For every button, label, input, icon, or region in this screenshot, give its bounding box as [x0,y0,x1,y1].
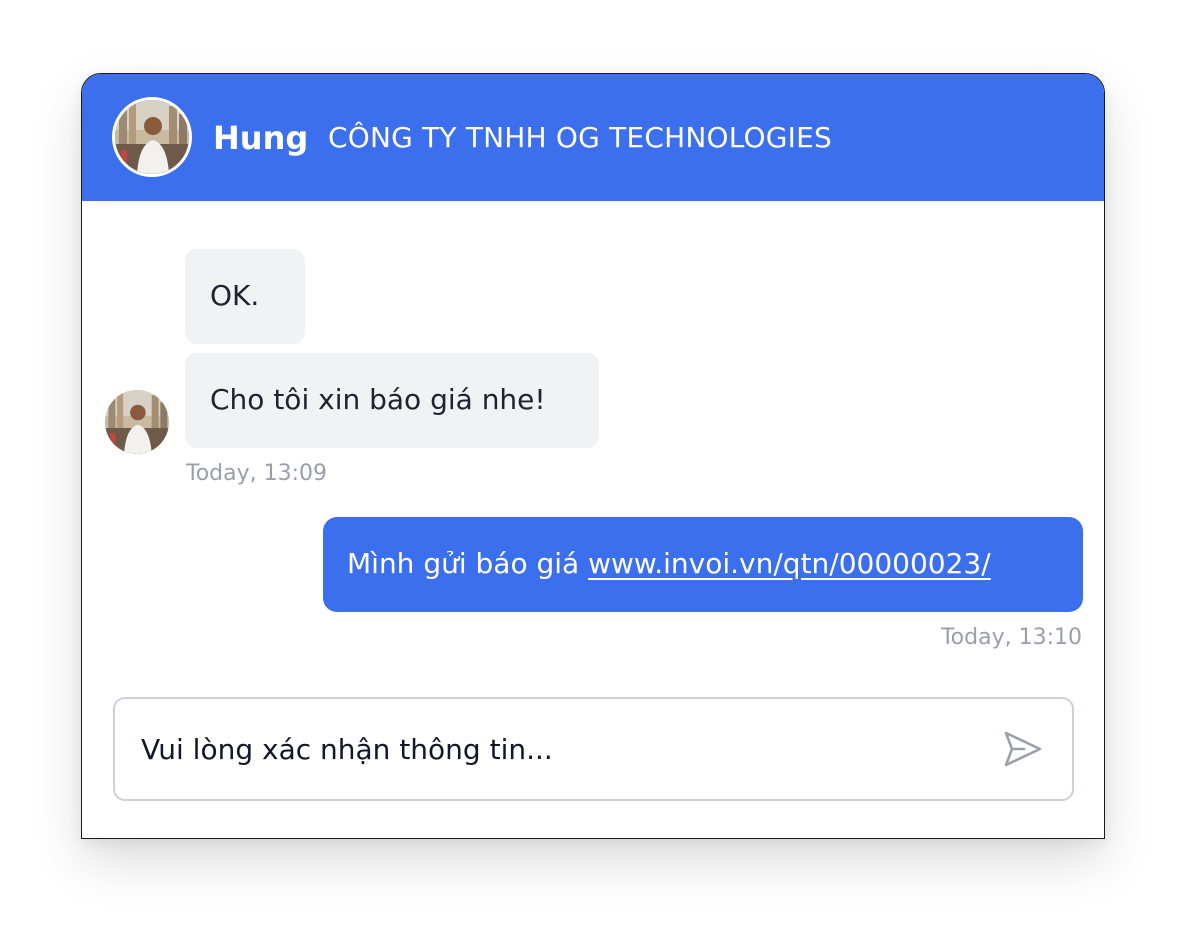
send-icon [1004,731,1042,767]
message-timestamp: Today, 13:10 [940,625,1082,650]
message-bubble-incoming: OK. [185,249,305,344]
company-name: CÔNG TY TNHH OG TECHNOLOGIES [328,121,832,154]
message-timestamp: Today, 13:09 [186,461,328,486]
send-button[interactable] [1000,727,1044,771]
sender-avatar[interactable] [105,390,169,454]
message-bubble-outgoing: Mình gửi báo giá www.invoi.vn/qtn/000000… [323,517,1083,612]
message-composer [113,697,1074,801]
message-bubble-incoming: Cho tôi xin báo giá nhe! [185,353,599,448]
contact-name: Hung [213,119,309,157]
avatar-photo [115,100,189,174]
avatar[interactable] [112,97,192,177]
quote-link[interactable]: www.invoi.vn/qtn/00000023/ [588,547,991,580]
message-text: Cho tôi xin báo giá nhe! [210,383,546,416]
message-text: Mình gửi báo giá [347,547,589,580]
avatar-photo [105,390,169,454]
message-input[interactable] [141,729,961,769]
message-text: OK. [210,279,260,312]
chat-header: Hung CÔNG TY TNHH OG TECHNOLOGIES [82,74,1104,201]
chat-window: Hung CÔNG TY TNHH OG TECHNOLOGIES OK. Ch… [81,73,1105,839]
